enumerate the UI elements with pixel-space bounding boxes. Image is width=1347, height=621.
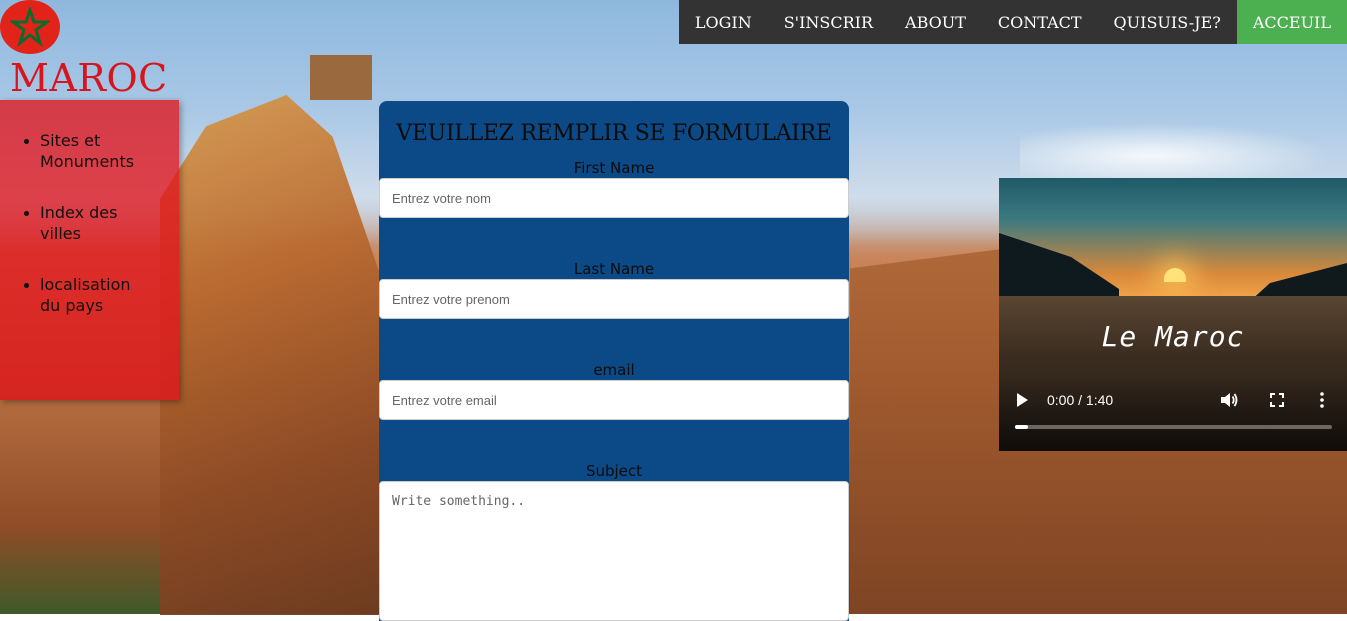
fullscreen-icon[interactable] [1269, 392, 1285, 412]
video-caption: Le Maroc [1101, 320, 1245, 353]
volume-icon[interactable] [1219, 391, 1239, 413]
background-clouds [1020, 120, 1347, 180]
last-name-input[interactable] [379, 279, 849, 319]
morocco-flag-icon [0, 0, 60, 54]
brand-title: MAROC [10, 56, 168, 100]
email-label: email [593, 361, 635, 379]
last-name-label: Last Name [573, 260, 655, 278]
video-progress-bar[interactable] [1015, 425, 1332, 429]
nav-home[interactable]: ACCEUIL [1236, 0, 1347, 44]
form-title: VEUILLEZ REMPLIR SE FORMULAIRE [396, 121, 832, 146]
nav-contact[interactable]: CONTACT [982, 0, 1098, 44]
email-input[interactable] [379, 380, 849, 420]
video-controls: 0:00 / 1:40 [999, 375, 1347, 451]
video-player[interactable]: Le Maroc 0:00 / 1:40 [999, 178, 1347, 451]
first-name-label: First Name [573, 159, 655, 177]
side-menu-item-sites[interactable]: Sites et Monuments [22, 130, 150, 172]
side-menu-item-location[interactable]: localisation du pays [22, 274, 150, 316]
video-time: 0:00 / 1:40 [1047, 392, 1114, 408]
nav-login[interactable]: LOGIN [679, 0, 768, 44]
nav-about[interactable]: ABOUT [889, 0, 982, 44]
video-progress-fill [1015, 425, 1028, 429]
side-menu-list: Sites et Monuments Index des villes loca… [0, 100, 179, 316]
play-icon[interactable] [1017, 393, 1028, 407]
subject-textarea[interactable] [379, 481, 849, 621]
top-navigation: LOGIN S'INSCRIR ABOUT CONTACT QUISUIS-JE… [678, 0, 1347, 44]
more-options-icon[interactable] [1319, 392, 1325, 412]
contact-form: VEUILLEZ REMPLIR SE FORMULAIRE First Nam… [379, 101, 849, 621]
subject-label: Subject [585, 462, 643, 480]
first-name-input[interactable] [379, 178, 849, 218]
nav-signup[interactable]: S'INSCRIR [768, 0, 889, 44]
side-menu: Sites et Monuments Index des villes loca… [0, 100, 179, 400]
nav-whoami[interactable]: QUISUIS-JE? [1098, 0, 1237, 44]
side-menu-item-cities[interactable]: Index des villes [22, 202, 150, 244]
background-tower [310, 55, 372, 100]
